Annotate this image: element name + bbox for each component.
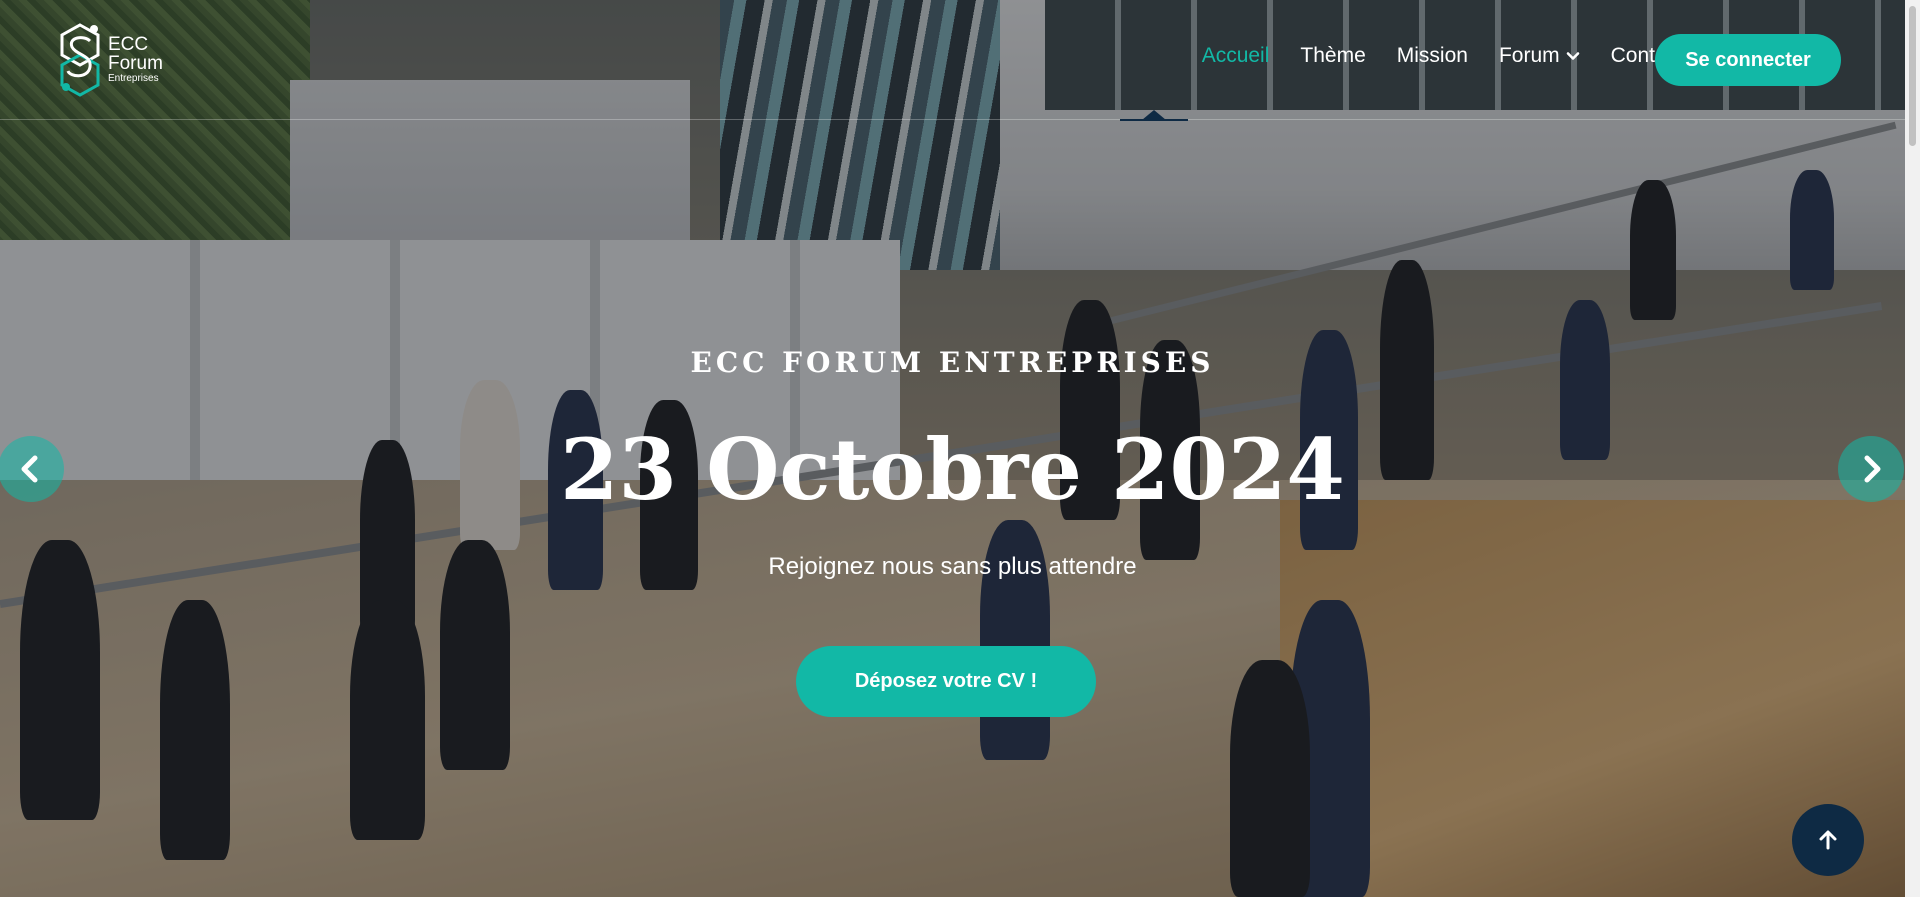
ecc-logo-icon [60,23,100,97]
nav-item-accueil[interactable]: Accueil [1202,44,1270,68]
hero-subtitle: Rejoignez nous sans plus attendre [768,553,1137,580]
scrollbar-thumb[interactable] [1909,6,1916,146]
hero-title: 23 Octobre 2024 [560,420,1345,519]
chevron-left-icon [21,455,38,483]
nav-item-theme[interactable]: Thème [1300,44,1365,68]
logo-text-line: Forum [108,52,163,74]
nav-item-mission[interactable]: Mission [1397,44,1468,68]
carousel-next-button[interactable] [1838,436,1904,502]
logo-text-line: ECC [108,33,149,55]
active-nav-indicator [1120,110,1188,121]
page-scrollbar[interactable] [1905,0,1920,897]
arrow-up-icon [1819,830,1837,850]
site-header: ECC Forum Entreprises Accueil Thème Miss… [0,0,1905,121]
site-logo[interactable]: ECC Forum Entreprises [58,20,178,98]
back-to-top-button[interactable] [1792,804,1864,876]
login-button[interactable]: Se connecter [1655,34,1841,86]
carousel-prev-button[interactable] [0,436,64,502]
submit-cv-button[interactable]: Déposez votre CV ! [796,646,1096,717]
hero-kicker: ECC FORUM ENTREPRISES [690,346,1215,379]
chevron-down-icon [1566,52,1579,60]
logo-text-line: Entreprises [108,72,159,84]
page: ECC Forum Entreprises Accueil Thème Miss… [0,0,1920,897]
nav-item-forum[interactable]: Forum [1499,44,1580,68]
main-nav: Accueil Thème Mission Forum Contact [1171,44,1683,68]
nav-item-label: Forum [1498,44,1560,67]
chevron-right-icon [1864,455,1881,483]
logo-text: ECC Forum Entreprises [108,35,163,84]
